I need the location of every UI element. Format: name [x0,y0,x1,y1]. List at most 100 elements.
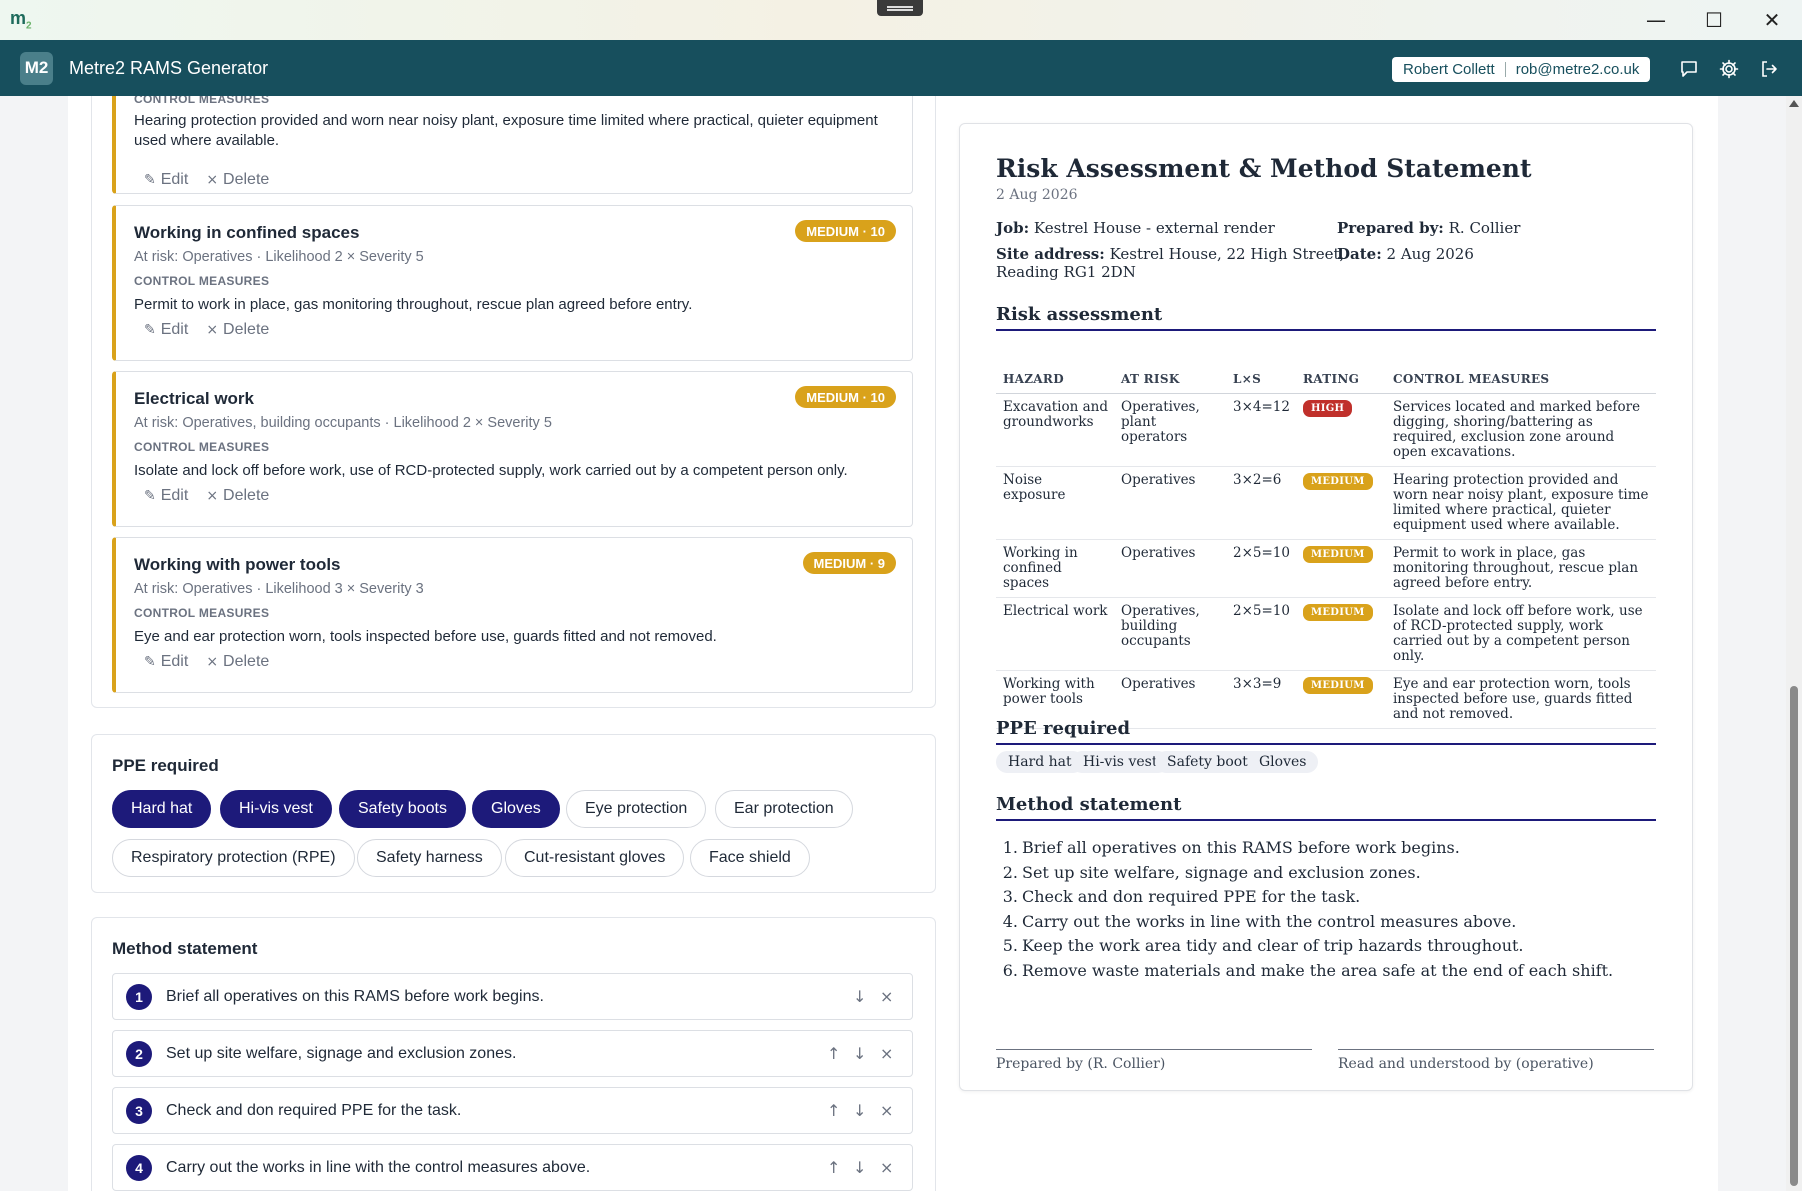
app-title: Metre2 RAMS Generator [69,57,269,78]
step-text[interactable]: Set up site welfare, signage and exclusi… [166,1045,516,1063]
step-text[interactable]: Brief all operatives on this RAMS before… [166,988,544,1006]
main-content: CONTROL MEASURES Hearing protection prov… [0,96,1786,1191]
settings-gear-icon[interactable] [1716,56,1742,82]
move-up-button[interactable]: ↑ [827,1101,840,1120]
step-text[interactable]: Carry out the works in line with the con… [166,1159,590,1177]
cell-rating: MEDIUM [1295,597,1386,671]
ppe-chip-hi-vis-vest[interactable]: Hi-vis vest [220,790,332,828]
job-field: Job: Kestrel House - external render [996,219,1275,237]
table-row: Working in confined spaces Operatives 2×… [996,539,1656,598]
delete-hazard-button[interactable]: × Delete [206,171,269,189]
cell-lxs: 2×5=10 [1226,539,1296,598]
cell-hazard: Noise exposure [996,466,1114,540]
table-row: Excavation and groundworks Operatives, p… [996,393,1656,467]
hazard-title: Electrical work [134,389,255,408]
document-title: Risk Assessment & Method Statement [996,154,1532,183]
edit-hazard-button[interactable]: ✎ Edit [144,171,188,189]
close-window-button[interactable]: ✕ [1743,0,1801,40]
step-number: 2 [126,1040,152,1067]
ppe-chip-cut-resistant-gloves[interactable]: Cut-resistant gloves [505,839,685,877]
method-step-row: 1 Brief all operatives on this RAMS befo… [112,973,913,1020]
list-item: 2. Set up site welfare, signage and exclu… [1002,862,1421,882]
move-down-button[interactable]: ↓ [853,1101,866,1120]
move-down-button[interactable]: ↓ [853,1044,866,1063]
ppe-heading: PPE required [112,756,219,775]
cell-at-risk: Operatives [1114,466,1226,540]
rating-badge: MEDIUM [1302,473,1373,490]
remove-step-button[interactable]: × [880,1158,893,1177]
step-number: 3 [126,1097,152,1124]
delete-hazard-button[interactable]: × Delete [206,321,269,339]
hazard-meta: At risk: Operatives · Likelihood 2 × Sev… [134,249,424,265]
cell-control-measures: Hearing protection provided and worn nea… [1385,466,1656,540]
rating-badge: MEDIUM [1302,677,1373,694]
risk-assessment-table: HAZARD AT RISK L×S RATING CONTROL MEASUR… [996,364,1656,729]
list-item: 1. Brief all operatives on this RAMS befo… [1002,838,1460,857]
maximize-button[interactable]: ☐ [1685,0,1743,40]
ppe-chip-respiratory-protection[interactable]: Respiratory protection (RPE) [112,839,355,877]
ppe-chip-hard-hat[interactable]: Hard hat [112,790,212,828]
pencil-icon: ✎ [144,488,156,504]
doc-method-statement-heading: Method statement [996,794,1656,821]
rams-document-preview: Risk Assessment & Method Statement 2 Aug… [959,123,1693,1091]
list-item: 4. Carry out the works in line with the c… [1002,911,1517,931]
edit-hazard-button[interactable]: ✎ Edit [144,653,188,671]
cell-at-risk: Operatives, plant operators [1114,393,1226,467]
hazard-meta: At risk: Operatives · Likelihood 3 × Sev… [134,581,424,597]
col-rating: RATING [1295,364,1386,394]
cell-rating: HIGH [1295,393,1386,467]
method-statement-heading: Method statement [112,939,258,958]
hazard-title: Working in confined spaces [134,223,360,242]
control-measures-text: Eye and ear protection worn, tools inspe… [134,628,717,645]
user-account-pill[interactable]: Robert Collett rob@metre2.co.uk [1392,57,1651,82]
user-email: rob@metre2.co.uk [1515,61,1640,78]
pencil-icon: ✎ [144,322,156,338]
scroll-up-arrow[interactable] [1789,100,1799,107]
minimize-button[interactable]: — [1627,0,1685,40]
signature-read-and-understood: Read and understood by (operative) [1338,1049,1654,1072]
ppe-chip-face-shield[interactable]: Face shield [690,839,810,877]
remove-step-button[interactable]: × [880,987,893,1006]
edit-hazard-button[interactable]: ✎ Edit [144,321,188,339]
pencil-icon: ✎ [144,654,156,670]
move-up-button[interactable]: ↑ [827,1044,840,1063]
feedback-icon[interactable] [1676,56,1702,82]
ppe-chip-eye-protection[interactable]: Eye protection [566,790,707,828]
ppe-chip-safety-harness[interactable]: Safety harness [357,839,502,877]
doc-ppe-heading: PPE required [996,718,1656,745]
edit-hazard-button[interactable]: ✎ Edit [144,487,188,505]
ppe-chip-safety-boots[interactable]: Safety boots [339,790,466,828]
list-item: 6. Remove waste materials and make the ar… [1002,960,1614,980]
vertical-scrollbar[interactable] [1786,96,1802,1191]
control-measures-label: CONTROL MEASURES [134,440,270,454]
ppe-chip-ear-protection[interactable]: Ear protection [715,790,853,828]
method-step-row: 4 Carry out the works in line with the c… [112,1144,913,1191]
delete-hazard-button[interactable]: × Delete [206,487,269,505]
step-text[interactable]: Check and don required PPE for the task. [166,1102,461,1120]
window-drag-handle[interactable] [877,0,923,16]
hazard-actions: ✎ Edit × Delete [144,487,269,505]
move-up-button[interactable]: ↑ [827,1158,840,1177]
col-hazard: HAZARD [996,364,1114,394]
remove-step-button[interactable]: × [880,1101,893,1120]
delete-hazard-button[interactable]: × Delete [206,653,269,671]
cell-rating: MEDIUM [1295,466,1386,540]
risk-rating-badge: MEDIUM · 10 [795,386,896,408]
control-measures-label: CONTROL MEASURES [134,96,270,106]
close-icon: × [206,172,219,188]
step-number: 1 [126,983,152,1010]
col-lxs: L×S [1226,364,1296,394]
date-field: Date: 2 Aug 2026 [1337,245,1474,263]
scrollbar-thumb[interactable] [1790,686,1798,1186]
rating-badge: MEDIUM [1302,604,1373,621]
move-down-button[interactable]: ↓ [853,987,866,1006]
table-header-row: HAZARD AT RISK L×S RATING CONTROL MEASUR… [996,364,1656,394]
move-down-button[interactable]: ↓ [853,1158,866,1177]
rating-badge: HIGH [1302,400,1353,417]
logout-icon[interactable] [1756,56,1782,82]
app-logo: M2 [20,51,53,85]
remove-step-button[interactable]: × [880,1044,893,1063]
user-pill-divider [1504,62,1506,77]
ppe-chip-gloves[interactable]: Gloves [472,790,560,828]
window-title-bar: m2 — ☐ ✕ [0,0,1802,40]
